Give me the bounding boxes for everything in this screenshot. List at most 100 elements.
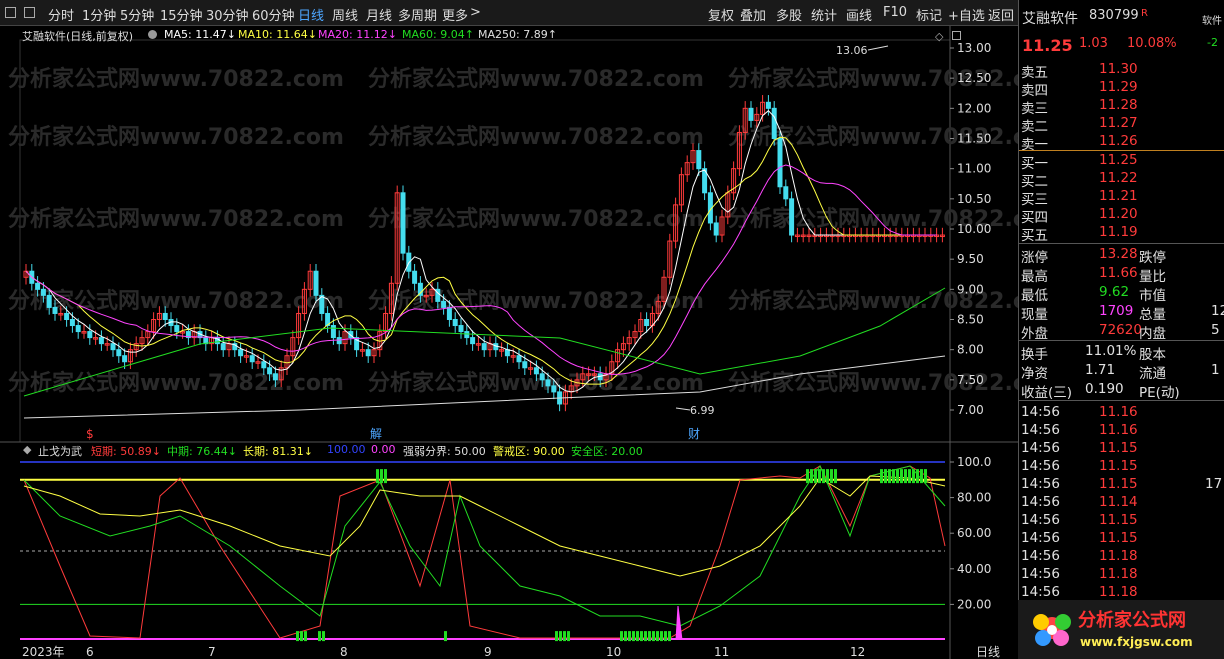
tab-period-5[interactable]: 60分钟 [252,5,295,24]
chart-settings-icon[interactable]: ◇ [935,30,943,43]
tick-row: 14:56 11.16 [1019,422,1224,440]
grid-icon[interactable] [24,7,35,18]
time-axis-label: 2023年 [22,645,65,659]
watermark-text: 分析家公式网www.70822.com [8,206,344,232]
tab-period-0[interactable]: 分时 [48,5,74,24]
price-tick-label: 9.50 [957,252,984,266]
indicator-tick-label: 20.00 [957,597,991,611]
safe-signal-bar [628,631,631,642]
indicator-blue: 100.00 [327,443,366,456]
button-zixuan[interactable]: +自选 [948,5,985,24]
button-biaoji[interactable]: 标记 [916,5,942,24]
tab-period-8[interactable]: 月线 [366,5,392,24]
tab-period-7[interactable]: 周线 [332,5,358,24]
tick-row: 14:56 11.15 [1019,458,1224,476]
candle-body [64,312,70,321]
warn-signal-bar [384,469,387,484]
period-label: 日线 [976,645,1000,659]
bid-price: 11.21 [1099,188,1138,204]
bid-label: 买四 [1021,210,1048,226]
tick-row: 14:56 11.15 [1019,440,1224,458]
tab-period-3[interactable]: 15分钟 [160,5,203,24]
stat2-row: 换手 11.01% 股本 [1019,343,1224,363]
warn-signal-bar [896,469,899,484]
candle-body [551,385,557,393]
candle-body [696,150,702,170]
tick-row: 14:56 11.16 [1019,404,1224,422]
button-fuquan[interactable]: 复权 [708,5,734,24]
warn-signal-bar [806,469,809,484]
more-arrow[interactable]: > [470,5,481,20]
button-duogu[interactable]: 多股 [776,5,802,24]
button-f10[interactable]: F10 [883,5,907,20]
tab-period-2[interactable]: 5分钟 [120,5,154,24]
stat2-row: 净资 1.71 流通 1 [1019,362,1224,382]
kline-svg[interactable]: 分析家公式网www.70822.com 分析家公式网www.70822.com 分析… [0,26,1018,659]
candle-body [464,331,470,339]
warn-signal-bar [376,469,379,484]
stock-flag: R [1141,8,1148,19]
safe-signal-bar [636,631,639,642]
ma5-line [25,110,937,393]
event-marker: $ [86,427,94,441]
event-marker: 解 [370,427,382,441]
candle-body [777,138,783,188]
time-axis-label: 6 [86,645,94,659]
tick-time: 14:56 [1021,584,1060,600]
tab-period-1[interactable]: 1分钟 [82,5,116,24]
chart-window-icon[interactable] [952,31,961,40]
price-tick-label: 7.50 [957,373,984,387]
candle-body [330,325,336,339]
candle-body [336,337,342,345]
bid-stats-divider [1019,243,1224,244]
stat-label: 市值 [1139,288,1166,304]
safe-signal-bar [648,631,651,642]
high-price-label: 13.06 [836,44,868,57]
button-tongji[interactable]: 统计 [811,5,837,24]
candle-body [261,361,267,369]
stat-label: 外盘 [1021,326,1048,342]
candle-body [40,288,46,296]
safe-signal-bar [555,631,558,642]
stat2-label: 净资 [1021,366,1048,382]
price-tick-label: 7.00 [957,403,984,417]
candle-body [458,325,464,333]
button-diejia[interactable]: 叠加 [740,5,766,24]
candle-body [504,349,510,357]
button-fanhui[interactable]: 返回 [988,5,1014,24]
candle-body [539,373,545,381]
candle-body [267,367,273,375]
ask-label: 卖三 [1021,101,1048,117]
safe-signal-bar [668,631,671,642]
tab-period-4[interactable]: 30分钟 [206,5,249,24]
stat-row: 最高 11.66 量比 [1019,265,1224,285]
kline-chart-area[interactable]: 分析家公式网www.70822.com 分析家公式网www.70822.com 分析… [0,26,1018,659]
bid-row: 买五 11.19 [1019,224,1224,244]
indicator-close-icon[interactable]: ◆ [23,443,31,456]
menu-square-icon[interactable] [5,7,16,18]
candle-body [98,337,104,345]
site-logo: 分析家公式网 www.fxjgsw.com [1018,600,1224,659]
price-tick-label: 10.50 [957,192,991,206]
tick-time: 14:56 [1021,440,1060,456]
watermark-text: 分析家公式网www.70822.com [368,66,704,92]
indicator-mid: 中期: 76.44↓ [167,445,237,458]
price-tick-label: 13.00 [957,41,991,55]
stat-label: 跌停 [1139,250,1166,266]
safe-signal-bar [644,631,647,642]
tab-period-10[interactable]: 更多 [442,5,468,24]
candle-body [69,319,75,327]
price-row: 11.25 1.03 10.08% -2 [1019,36,1224,56]
stat2-label: 股本 [1139,347,1166,363]
tab-period-6[interactable]: 日线 [298,5,324,24]
warn-signal-bar [924,469,927,484]
button-huaxian[interactable]: 画线 [846,5,872,24]
safe-signal-bar [640,631,643,642]
mid-curve [23,464,946,627]
bid-price: 11.25 [1099,152,1138,168]
ask-label: 卖四 [1021,83,1048,99]
chart-dropdown-icon[interactable] [148,30,157,39]
indicator-warn: 警戒区: 90.00 [493,445,565,458]
stat2-label: 换手 [1021,347,1048,363]
tab-period-9[interactable]: 多周期 [398,5,437,24]
